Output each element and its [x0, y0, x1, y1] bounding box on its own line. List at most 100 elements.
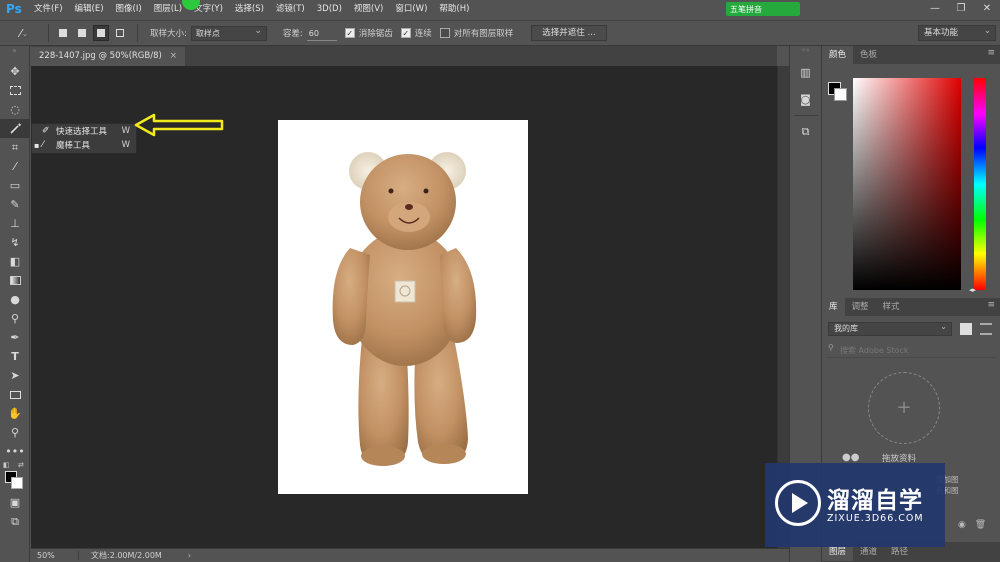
chevron-down-icon: ⌄ [21, 28, 29, 38]
hand-tool[interactable]: ✋ [0, 404, 30, 423]
brush-tool[interactable]: ✎ [0, 195, 30, 214]
menu-window[interactable]: 窗口(W) [389, 0, 433, 19]
panel-menu-icon[interactable]: ≡ [987, 48, 995, 58]
menu-file[interactable]: 文件(F) [28, 0, 69, 19]
history-panel-button[interactable]: ▥ [795, 61, 817, 83]
sample-all-layers-checkbox[interactable] [439, 28, 450, 38]
hue-slider[interactable] [974, 78, 986, 290]
new-selection-button[interactable] [55, 25, 71, 41]
eraser-tool[interactable]: ◧ [0, 252, 30, 271]
intersect-selection-button[interactable] [112, 25, 128, 41]
rectangle-tool[interactable] [0, 385, 30, 404]
eyedropper-tool[interactable]: ⁄ [0, 157, 30, 176]
default-colors-icon[interactable]: ◧ [3, 461, 10, 469]
tolerance-input[interactable]: 60 [306, 26, 337, 41]
subtract-from-selection-button[interactable] [93, 25, 109, 41]
ellipsis-icon: ••• [5, 445, 25, 458]
close-icon[interactable]: × [170, 51, 177, 61]
dodge-icon: ⚲ [10, 312, 20, 325]
gradient-tool[interactable] [0, 271, 30, 290]
color-panel: 颜色 色板 ≡ ◂▸ [822, 46, 1000, 294]
contiguous-checkbox[interactable]: ✓ [400, 28, 411, 38]
shortcut-label: W [121, 140, 130, 150]
antialias-checkbox[interactable]: ✓ [344, 28, 355, 38]
ime-label: 五笔拼音 [730, 4, 762, 14]
blur-tool[interactable]: ● [0, 290, 30, 309]
move-tool[interactable]: ✥ [0, 62, 30, 81]
toolbox-grip[interactable]: » [0, 46, 29, 62]
add-to-selection-button[interactable] [74, 25, 90, 41]
subtract-selection-icon [97, 29, 105, 37]
adjust-panel-button[interactable]: ⧉ [795, 121, 817, 143]
zoom-tool[interactable]: ⚲ [0, 423, 30, 442]
menu-view[interactable]: 视图(V) [348, 0, 389, 19]
tool-flyout-menu: ✐ 快速选择工具 W ▪ ⁄ 魔棒工具 W [31, 123, 137, 154]
screen-mode-button[interactable]: ⧉ [0, 512, 30, 531]
document-canvas[interactable] [278, 120, 528, 494]
menu-select[interactable]: 选择(S) [229, 0, 270, 19]
toolbox: » ✥ ◌ ✦ ⌗ ⁄ ▭ ✎ ⊥ ↯ ◧ ● ⚲ ✒ T ➤ ✋ ⚲ ••• … [0, 46, 30, 562]
restore-button[interactable]: ❐ [948, 0, 974, 19]
menu-filter[interactable]: 滤镜(T) [270, 0, 311, 19]
magic-wand-icon: ⁄ [42, 140, 44, 150]
workspace-select[interactable]: 基本功能 [918, 24, 996, 41]
properties-icon: ◙ [800, 92, 811, 106]
chevron-right-icon[interactable]: › [188, 551, 191, 560]
color-field[interactable] [853, 78, 961, 290]
canvas-area[interactable] [31, 66, 777, 548]
tab-swatches[interactable]: 色板 [853, 46, 884, 64]
color-swatches[interactable]: ◧ ⇄ [0, 461, 30, 493]
active-bullet: ▪ [34, 140, 40, 150]
quick-mask-button[interactable]: ▣ [0, 493, 30, 512]
document-tab[interactable]: 228-1407.jpg @ 50%(RGB/8) × [31, 47, 185, 66]
tool-preset-picker[interactable]: ⁄ ⌄ [6, 23, 42, 43]
magic-wand-tool[interactable]: ✦ [0, 119, 30, 138]
healing-brush-tool[interactable]: ▭ [0, 176, 30, 195]
crop-icon: ⌗ [11, 140, 19, 154]
tolerance-label: 容差: [282, 29, 303, 39]
select-and-mask-button[interactable]: 选择并遮住 ... [531, 25, 607, 41]
panel-menu-icon[interactable]: ≡ [987, 300, 995, 310]
path-selection-tool[interactable]: ➤ [0, 366, 30, 385]
flyout-item-quick-selection[interactable]: ✐ 快速选择工具 W [32, 124, 136, 138]
background-color[interactable] [11, 477, 23, 489]
library-select[interactable]: 我的库 [828, 321, 952, 336]
minimize-button[interactable]: — [922, 0, 948, 19]
clone-stamp-tool[interactable]: ⊥ [0, 214, 30, 233]
stock-search-input[interactable]: 搜索 Adobe Stock [826, 344, 996, 358]
menu-help[interactable]: 帮助(H) [433, 0, 475, 19]
contiguous-label: 连续 [414, 29, 432, 39]
tab-styles[interactable]: 样式 [876, 298, 907, 316]
menu-edit[interactable]: 编辑(E) [69, 0, 110, 19]
more-tools[interactable]: ••• [0, 442, 30, 461]
menu-3d[interactable]: 3D(D) [311, 0, 348, 19]
close-button[interactable]: ✕ [974, 0, 1000, 19]
tab-color[interactable]: 颜色 [822, 46, 854, 64]
ime-indicator[interactable]: 五笔拼音 [726, 2, 800, 16]
lasso-tool[interactable]: ◌ [0, 100, 30, 119]
pen-tool[interactable]: ✒ [0, 328, 30, 347]
tab-adjustments[interactable]: 调整 [845, 298, 876, 316]
crop-tool[interactable]: ⌗ [0, 138, 30, 157]
trash-icon[interactable]: 🗑 [975, 520, 986, 530]
document-info: 文档:2.00M/2.00M [91, 551, 162, 560]
status-bar: 50% 文档:2.00M/2.00M › [31, 548, 789, 562]
svg-text:✦: ✦ [17, 122, 22, 129]
tab-libraries[interactable]: 库 [822, 298, 845, 316]
menu-image[interactable]: 图像(I) [110, 0, 148, 19]
swap-colors-icon[interactable]: ⇄ [18, 461, 24, 469]
list-view-icon[interactable] [980, 323, 992, 335]
history-brush-tool[interactable]: ↯ [0, 233, 30, 252]
dodge-tool[interactable]: ⚲ [0, 309, 30, 328]
panel-grip[interactable]: «« [790, 46, 821, 56]
add-content-icon[interactable]: + [868, 372, 940, 444]
properties-panel-button[interactable]: ◙ [795, 88, 817, 110]
sync-icon[interactable]: ◉ [958, 520, 966, 530]
marquee-tool[interactable] [0, 81, 30, 100]
background-color[interactable] [834, 88, 847, 101]
type-tool[interactable]: T [0, 347, 30, 366]
grid-view-icon[interactable] [960, 323, 972, 335]
zoom-level[interactable]: 50% [31, 551, 79, 560]
flyout-item-magic-wand[interactable]: ▪ ⁄ 魔棒工具 W [32, 138, 136, 152]
sample-size-select[interactable]: 取样点 [190, 25, 267, 41]
